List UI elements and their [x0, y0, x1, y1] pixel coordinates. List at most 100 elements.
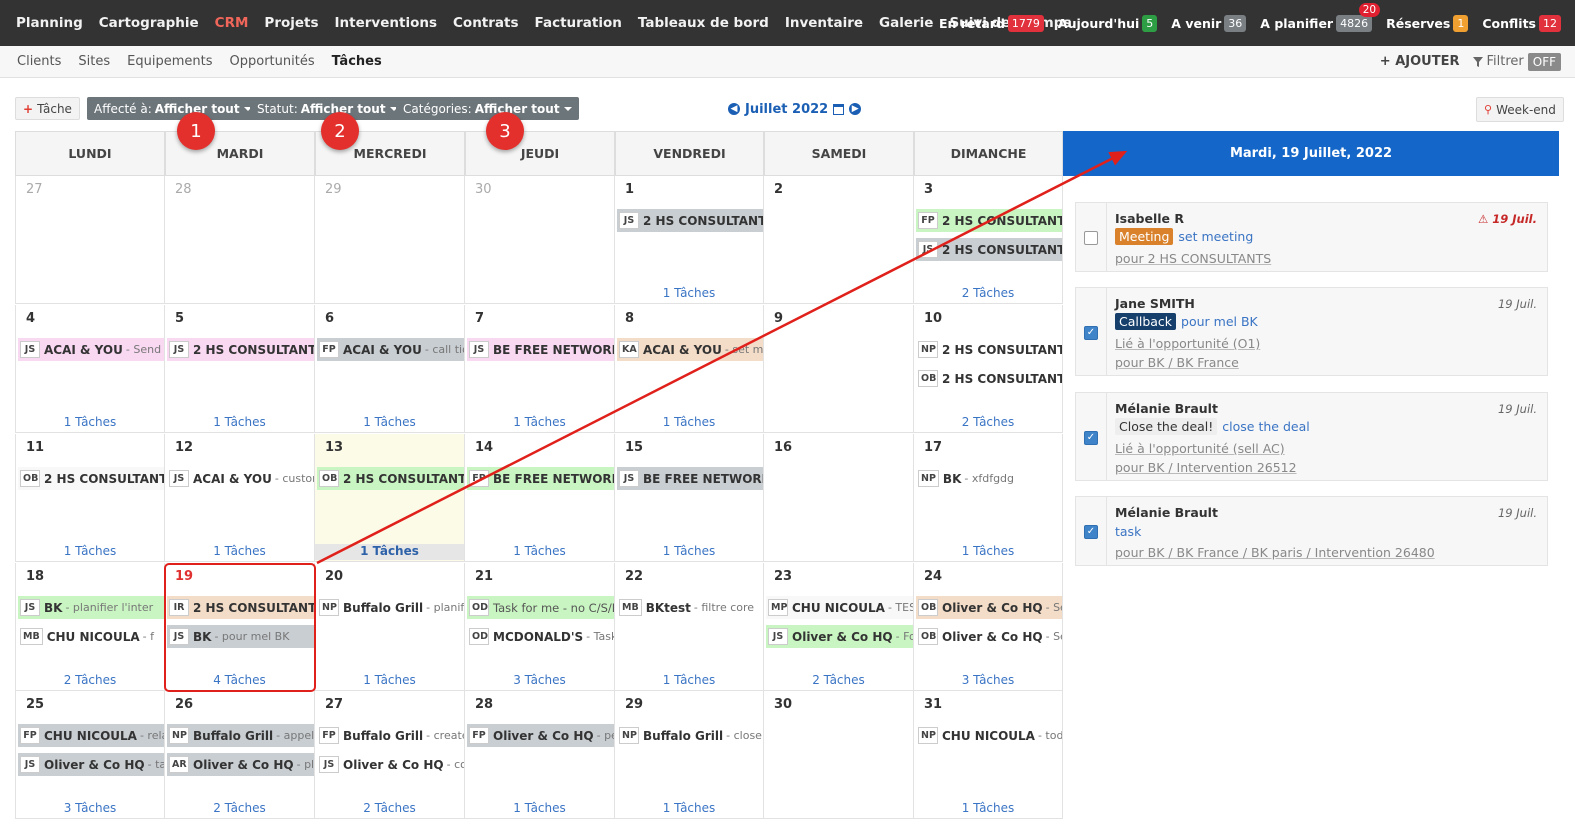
task-count-link[interactable]: 1 Tâches: [315, 673, 464, 689]
subnav-opportunites[interactable]: Opportunités: [230, 54, 315, 69]
task-count-link[interactable]: 1 Tâches: [465, 415, 614, 431]
calendar-task[interactable]: OB2 HS CONSULTANTS-: [916, 367, 1062, 390]
day-cell[interactable]: 9: [764, 305, 914, 433]
calendar-icon[interactable]: [833, 103, 845, 115]
task-checkbox[interactable]: [1084, 231, 1098, 245]
nav-tableaux-de-bord[interactable]: Tableaux de bord: [638, 15, 769, 31]
weekend-toggle[interactable]: ⚲ Week-end: [1476, 97, 1564, 122]
nav-cartographie[interactable]: Cartographie: [99, 15, 199, 31]
day-cell[interactable]: 16: [764, 434, 914, 562]
categories-filter[interactable]: Catégories: Afficher tout: [396, 97, 579, 120]
next-month-icon[interactable]: ▶: [849, 103, 862, 115]
task-count-link[interactable]: 1 Tâches: [615, 415, 763, 431]
task-title-link[interactable]: task: [1115, 524, 1141, 539]
day-cell[interactable]: 15JSBE FREE NETWORKS-1 Tâches: [615, 434, 764, 562]
calendar-task[interactable]: NP Buffalo Grill- appel bu: [167, 724, 314, 747]
task-link[interactable]: Lié à l'opportunité (O1): [1115, 336, 1260, 351]
day-cell[interactable]: 5JS2 HS CONSULTANTS-1 Tâches: [165, 305, 315, 433]
calendar-task[interactable]: OB 2 HS CONSULTANTS: [18, 467, 164, 490]
day-cell[interactable]: 6 FP ACAI & YOU- call tio c 1 Tâches: [315, 305, 465, 433]
day-cell[interactable]: 18 JS BK - planifier l'inter MB CHU NICOULA - …: [15, 563, 165, 691]
task-count-link[interactable]: 1 Tâches: [615, 544, 763, 560]
task-count-link[interactable]: 1 Tâches: [465, 544, 614, 560]
task-link[interactable]: pour BK / BK France / BK paris / Interve…: [1115, 545, 1435, 560]
prev-month-icon[interactable]: ◀: [728, 103, 740, 115]
calendar-task[interactable]: FP CHU NICOULA- relanc: [18, 724, 164, 747]
counter-aujourdhui[interactable]: Aujourd'hui 5: [1058, 14, 1158, 32]
task-count-link[interactable]: 3 Tâches: [914, 673, 1062, 689]
task-count-link[interactable]: 3 Tâches: [465, 673, 614, 689]
task-card[interactable]: ✓ Jane SMITH 19 Juil. Callback pour mel …: [1075, 287, 1548, 376]
calendar-task[interactable]: AR Oliver & Co HQ- pleas: [167, 753, 314, 776]
task-count-link[interactable]: 1 Tâches: [465, 801, 614, 817]
task-title-link[interactable]: set meeting: [1178, 229, 1253, 244]
calendar-task[interactable]: JS BK - planifier l'inter: [18, 596, 164, 619]
day-cell[interactable]: 27 FP Buffalo Grill- create jo JS Oliver & C…: [315, 691, 465, 819]
calendar-task[interactable]: FP2 HS CONSULTANTS-: [916, 209, 1062, 232]
day-cell[interactable]: 20 NP Buffalo Grill- planifier 1 Tâches: [315, 563, 465, 691]
day-cell[interactable]: 27: [15, 176, 165, 304]
day-cell[interactable]: 7JSBE FREE NETWORKS-1 Tâches: [465, 305, 615, 433]
day-cell[interactable]: 17 NP BK - xfdfgdg 1 Tâches: [914, 434, 1063, 562]
subnav-clients[interactable]: Clients: [17, 54, 61, 69]
task-title-link[interactable]: close the deal: [1222, 419, 1309, 434]
task-count-link[interactable]: 2 Tâches: [315, 801, 464, 817]
task-link[interactable]: Lié à l'opportunité (sell AC): [1115, 441, 1285, 456]
day-cell[interactable]: 30: [465, 176, 615, 304]
calendar-task[interactable]: JS Oliver & Co HQ- couc: [317, 753, 464, 776]
task-count-link[interactable]: 3 Tâches: [16, 801, 164, 817]
calendar-task[interactable]: JSBE FREE NETWORKS-: [467, 338, 614, 361]
task-count-link[interactable]: 2 Tâches: [914, 286, 1062, 302]
day-cell[interactable]: 4 JS ACAI & YOU- Send qu 1 Tâches: [15, 305, 165, 433]
counter-a-venir[interactable]: A venir 36: [1171, 14, 1247, 32]
task-card[interactable]: Isabelle R ⚠ 19 Juil. Meeting set meetin…: [1075, 202, 1548, 272]
day-cell[interactable]: 28 FP Oliver & Co HQ- peux- 1 Tâches: [465, 691, 615, 819]
calendar-task[interactable]: JS ACAI & YOU- custome: [167, 467, 314, 490]
task-count-link[interactable]: 1 Tâches: [16, 415, 164, 431]
day-cell[interactable]: 8 KA ACAI & YOU- set mee 1 Tâches: [615, 305, 764, 433]
day-cell[interactable]: 21 OD Task for me - no C/S/E. OD MCDONALD'S -…: [465, 563, 615, 691]
task-count-link[interactable]: 1 Tâches: [16, 544, 164, 560]
counter-a-planifier[interactable]: A planifier 4826 20: [1260, 2, 1381, 32]
add-button[interactable]: + AJOUTER: [1380, 54, 1460, 69]
day-cell[interactable]: 14FPBE FREE NETWORKS-1 Tâches: [465, 434, 615, 562]
task-count-link[interactable]: 1 Tâches: [615, 286, 763, 302]
calendar-task[interactable]: FP Oliver & Co HQ- peux-: [467, 724, 614, 747]
day-cell[interactable]: 12 JS ACAI & YOU- custome 1 Tâches: [165, 434, 315, 562]
day-cell[interactable]: 10NP2 HS CONSULTANTS-OB2 HS CONSULTANTS-…: [914, 305, 1063, 433]
day-cell[interactable]: 11 OB 2 HS CONSULTANTS 1 Tâches: [15, 434, 165, 562]
calendar-task[interactable]: FP Buffalo Grill- create jo: [317, 724, 464, 747]
task-checkbox[interactable]: ✓: [1084, 326, 1098, 340]
nav-projets[interactable]: Projets: [264, 15, 318, 31]
calendar-task[interactable]: JS ACAI & YOU- Send qu: [18, 338, 164, 361]
task-title-link[interactable]: pour mel BK: [1181, 314, 1258, 329]
nav-planning[interactable]: Planning: [16, 15, 83, 31]
day-cell[interactable]: 31 NP CHU NICOULA- today 1 Tâches: [914, 691, 1063, 819]
nav-crm[interactable]: CRM: [215, 15, 249, 31]
task-count-link[interactable]: 1 Tâches: [315, 415, 464, 431]
task-count-link[interactable]: 1 Tâches: [615, 673, 763, 689]
calendar-task[interactable]: JS2 HS CONSULTANTS-: [167, 338, 314, 361]
task-count-link[interactable]: 1 Tâches: [165, 415, 314, 431]
counter-en-retard[interactable]: En retard 1779: [939, 14, 1044, 32]
task-count-link[interactable]: 1 Tâches: [914, 801, 1062, 817]
day-cell[interactable]: 1JS2 HS CONSULTANTS-1 Tâches: [615, 176, 764, 304]
calendar-task[interactable]: JS2 HS CONSULTANTS-: [916, 238, 1062, 261]
calendar-task[interactable]: JS Oliver & Co HQ- tache: [18, 753, 164, 776]
add-task-button[interactable]: + Tâche: [15, 97, 80, 120]
nav-inventaire[interactable]: Inventaire: [785, 15, 863, 31]
filter-toggle[interactable]: Filtrer OFF: [1473, 52, 1561, 71]
day-cell[interactable]: 26 NP Buffalo Grill- appel bu AR Oliver & Co…: [165, 691, 315, 819]
calendar-task[interactable]: NP2 HS CONSULTANTS-: [916, 338, 1062, 361]
calendar-task[interactable]: NP BK - xfdfgdg: [916, 467, 1062, 490]
calendar-task[interactable]: JS2 HS CONSULTANTS-: [617, 209, 763, 232]
task-checkbox[interactable]: ✓: [1084, 431, 1098, 445]
nav-contrats[interactable]: Contrats: [453, 15, 519, 31]
task-count-link[interactable]: 2 Tâches: [16, 673, 164, 689]
assigned-to-filter[interactable]: Affecté à: Afficher tout: [87, 97, 259, 120]
day-cell[interactable]: 22 MB BKtest - filtre core 1 Tâches: [615, 563, 764, 691]
task-count-link[interactable]: 1 Tâches: [165, 544, 314, 560]
calendar-task[interactable]: KA ACAI & YOU- set mee: [617, 338, 763, 361]
calendar-task[interactable]: OD Task for me - no C/S/E.: [467, 596, 614, 619]
calendar-task[interactable]: NP CHU NICOULA- today: [916, 724, 1062, 747]
